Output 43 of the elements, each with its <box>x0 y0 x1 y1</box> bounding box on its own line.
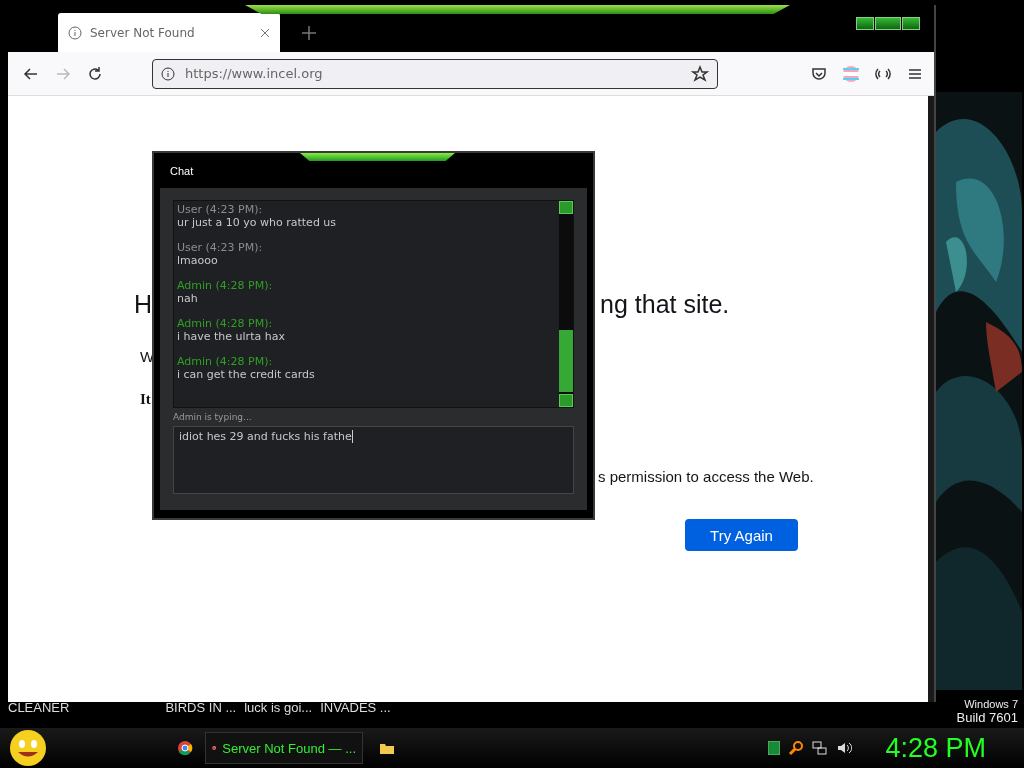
clock-text[interactable]: 4:28 PM <box>885 732 986 764</box>
heading-text: H <box>134 289 153 319</box>
message-text: ur just a 10 yo who ratted us <box>177 216 338 229</box>
info-icon <box>161 66 175 81</box>
reload-icon[interactable] <box>86 64 104 83</box>
message-text: i have the ulrta hax <box>177 330 286 343</box>
desktop-icon-label[interactable]: INVADES ... <box>320 700 391 715</box>
heading-text: ng that site. <box>600 289 730 319</box>
desktop-icon-label[interactable]: BIRDS IN ... <box>165 700 237 715</box>
close-icon[interactable] <box>260 27 270 38</box>
message-author: User (4:23 PM): <box>177 241 264 254</box>
message-author: User (4:23 PM): <box>177 203 264 216</box>
os-version-text: Windows 7 <box>964 698 1018 710</box>
speaker-icon[interactable] <box>836 740 852 756</box>
tab-title: Server Not Found <box>90 25 196 40</box>
chat-title: Chat <box>170 164 194 177</box>
message-input[interactable]: idiot hes 29 and fucks his fathe <box>173 426 574 494</box>
message-author: Admin (4:28 PM): <box>177 355 274 368</box>
info-icon <box>68 25 82 40</box>
desktop-icon-label[interactable]: CLEANER <box>8 700 70 715</box>
search-icon[interactable] <box>788 740 804 756</box>
message-author: Admin (4:28 PM): <box>177 279 274 292</box>
scrollbar[interactable] <box>559 201 573 407</box>
message-text: lmaooo <box>177 254 219 267</box>
new-tab-icon[interactable] <box>302 26 316 40</box>
body-text: s permission to access the Web. <box>598 468 815 485</box>
message-text: nah <box>177 292 199 305</box>
browser-tab[interactable]: Server Not Found <box>58 13 280 52</box>
address-bar[interactable]: https://www.incel.org <box>152 58 718 89</box>
window-controls[interactable] <box>856 17 920 30</box>
build-text: Build 7601 <box>956 710 1018 725</box>
typing-indicator: Admin is typing... <box>173 412 253 422</box>
taskbar-button[interactable]: Server Not Found — ... <box>205 732 363 764</box>
try-again-button[interactable]: Try Again <box>685 519 798 551</box>
star-icon[interactable] <box>691 64 709 83</box>
body-text: It <box>140 391 151 408</box>
url-text: https://www.incel.org <box>185 66 324 81</box>
message-author: Admin (4:28 PM): <box>177 317 274 330</box>
message-text: i can get the credit cards <box>177 368 316 381</box>
network-icon[interactable] <box>812 740 828 756</box>
smiley-icon[interactable] <box>9 729 47 767</box>
browser-icon[interactable] <box>177 740 193 756</box>
desktop-icon-label[interactable]: luck is goi... <box>244 700 313 715</box>
